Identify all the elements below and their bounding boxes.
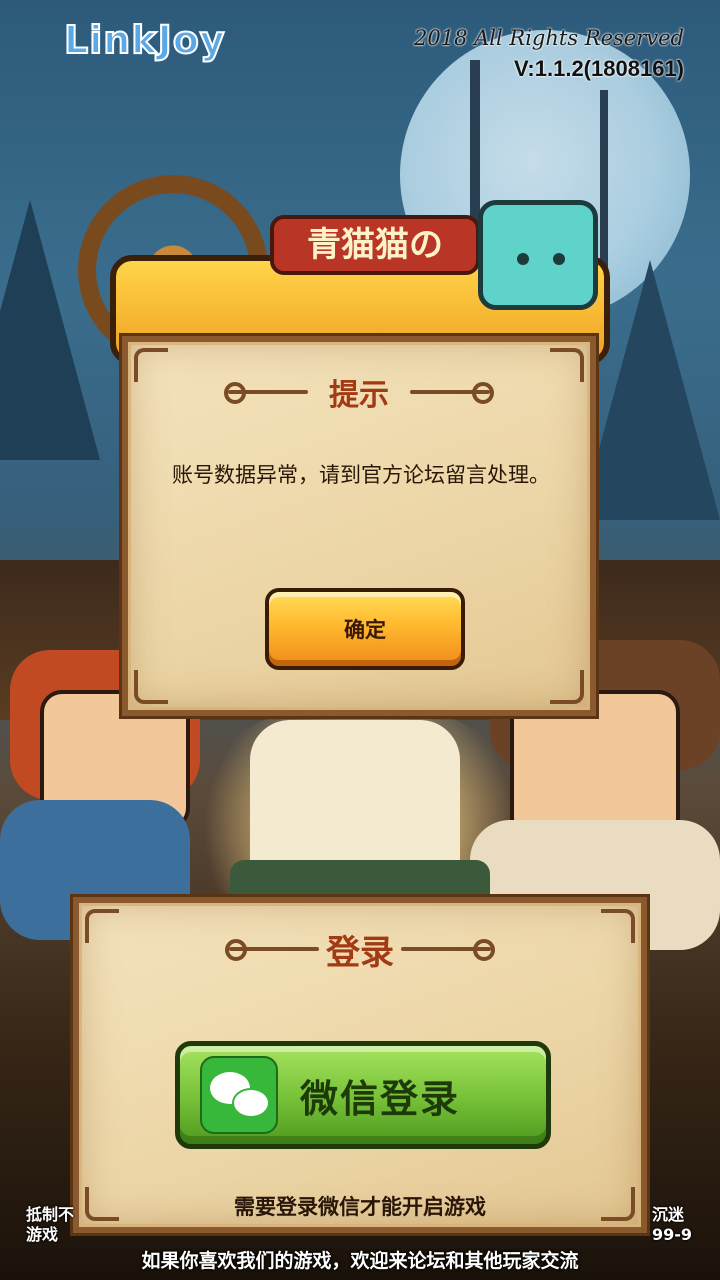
wechat-icon	[200, 1056, 278, 1134]
panel-corner	[550, 670, 584, 704]
health-notice-right: 沉迷 99-9	[652, 1205, 692, 1245]
version-text: V:1.1.2(1808161)	[513, 56, 684, 81]
health-notice-left-line1: 抵制不	[26, 1205, 75, 1224]
confirm-button[interactable]: 确定	[265, 588, 465, 670]
health-notice-right-line1: 沉迷	[652, 1205, 685, 1224]
brand-logo: LinkJoy	[63, 17, 226, 63]
alert-dialog: 提示 账号数据异常，请到官方论坛留言处理。 确定	[122, 336, 596, 716]
health-notice-left: 抵制不 游戏	[26, 1205, 74, 1245]
login-panel: 登录 微信登录 需要登录微信才能开启游戏	[73, 897, 647, 1233]
ship-mast	[600, 90, 608, 270]
copyright-text: 2018 All Rights Reserved	[414, 26, 684, 50]
login-note: 需要登录微信才能开启游戏	[234, 1195, 486, 1219]
alert-title: 提示	[329, 378, 389, 413]
login-title: 登录	[326, 933, 394, 973]
confirm-button-label: 确定	[344, 618, 386, 642]
health-notice-left-line2: 游戏	[26, 1225, 59, 1244]
panel-corner	[134, 670, 168, 704]
footer-message: 如果你喜欢我们的游戏，欢迎来论坛和其他玩家交流	[141, 1250, 579, 1272]
cat-mascot-icon	[478, 200, 598, 310]
game-title-sign: 青猫猫の	[270, 215, 480, 275]
wechat-login-button[interactable]: 微信登录	[175, 1041, 551, 1149]
alert-message: 账号数据异常，请到官方论坛留言处理。	[172, 463, 550, 487]
wechat-login-label: 微信登录	[300, 1077, 461, 1121]
health-notice-right-line2: 99-9	[652, 1225, 693, 1244]
